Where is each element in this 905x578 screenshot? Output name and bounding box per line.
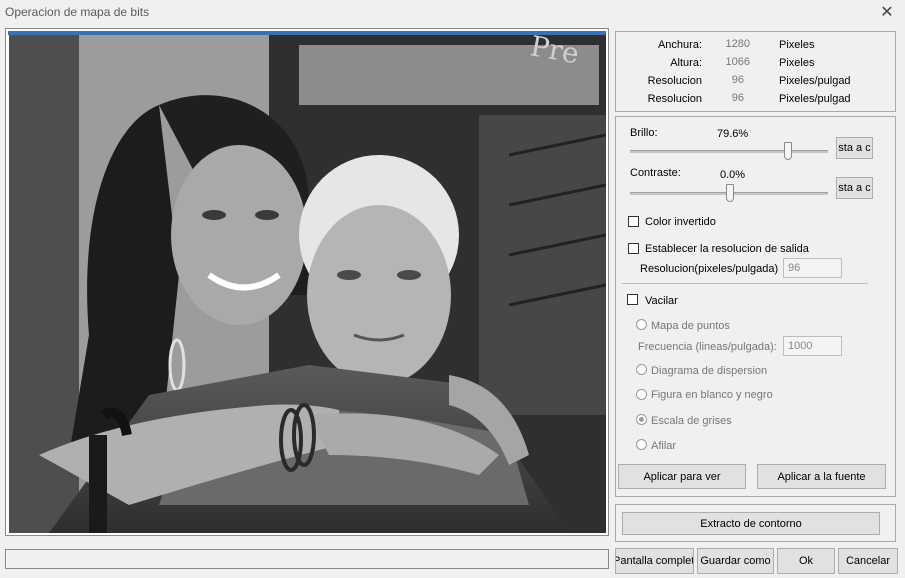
radio-grayscale[interactable] — [636, 414, 647, 425]
radio-black-white[interactable] — [636, 389, 647, 400]
brightness-value: 79.6% — [717, 128, 749, 140]
width-label: Anchura: — [657, 39, 702, 51]
frequency-label: Frecuencia (lineas/pulgada): — [638, 341, 777, 353]
height-label: Altura: — [670, 57, 702, 69]
cancel-button[interactable]: Cancelar — [838, 548, 898, 574]
grayscale-photo-preview: Pre — [9, 35, 606, 533]
brightness-label: Brillo: — [630, 127, 658, 139]
apply-source-button[interactable]: Aplicar a la fuente — [757, 464, 886, 489]
window-title: Operacion de mapa de bits — [5, 5, 150, 19]
scatter-label: Diagrama de dispersion — [651, 365, 768, 377]
contrast-slider-thumb[interactable] — [726, 184, 734, 202]
dot-map-label: Mapa de puntos — [651, 320, 730, 332]
save-as-button[interactable]: Guardar como — [697, 548, 774, 574]
invert-color-label: Color invertido — [645, 216, 716, 228]
frequency-field[interactable]: 1000 — [783, 336, 842, 356]
width-unit: Pixeles — [779, 39, 815, 51]
resolution-y-label: Resolucion — [647, 93, 702, 105]
apply-view-button[interactable]: Aplicar para ver — [618, 464, 746, 489]
resolution-field[interactable]: 96 — [783, 258, 842, 278]
contrast-label: Contraste: — [630, 167, 681, 179]
width-value: 1280 — [725, 38, 750, 50]
fullscreen-label: Pantalla completa — [615, 555, 694, 567]
fullscreen-button[interactable]: Pantalla completa — [615, 548, 694, 574]
radio-dot-map[interactable] — [636, 319, 647, 330]
brightness-slider-thumb[interactable] — [783, 142, 792, 160]
dither-label: Vacilar — [645, 295, 678, 307]
output-resolution-label: Establecer la resolucion de salida — [645, 243, 809, 255]
resolution-x-label: Resolucion — [647, 75, 702, 87]
resolution-field-label: Resolucion(pixeles/pulgada) — [640, 263, 779, 275]
image-preview: Pre — [9, 35, 606, 533]
dither-checkbox[interactable] — [627, 294, 638, 305]
height-value: 1066 — [725, 56, 750, 68]
status-bar — [5, 549, 609, 569]
contrast-value: 0.0% — [720, 169, 746, 181]
close-icon[interactable]: ✕ — [877, 1, 897, 23]
ok-button[interactable]: Ok — [777, 548, 835, 574]
black-white-label: Figura en blanco y negro — [651, 389, 773, 401]
radio-scatter[interactable] — [636, 364, 647, 375]
radio-sharpen[interactable] — [636, 439, 647, 450]
resolution-x-unit: Pixeles/pulgad — [779, 75, 851, 87]
resolution-x-value: 96 — [731, 74, 744, 86]
contour-extract-button[interactable]: Extracto de contorno — [622, 512, 880, 535]
height-unit: Pixeles — [779, 57, 815, 69]
sharpen-label: Afilar — [651, 440, 677, 452]
contrast-adjust-button[interactable]: sta a c — [836, 177, 873, 199]
brightness-adjust-button[interactable]: sta a c — [836, 137, 873, 159]
invert-color-checkbox[interactable] — [628, 216, 639, 227]
separator — [622, 283, 868, 284]
output-resolution-checkbox[interactable] — [628, 243, 639, 254]
resolution-y-unit: Pixeles/pulgad — [779, 93, 851, 105]
grayscale-label: Escala de grises — [651, 415, 732, 427]
brightness-slider-track[interactable] — [630, 150, 828, 153]
resolution-y-value: 96 — [731, 92, 744, 104]
